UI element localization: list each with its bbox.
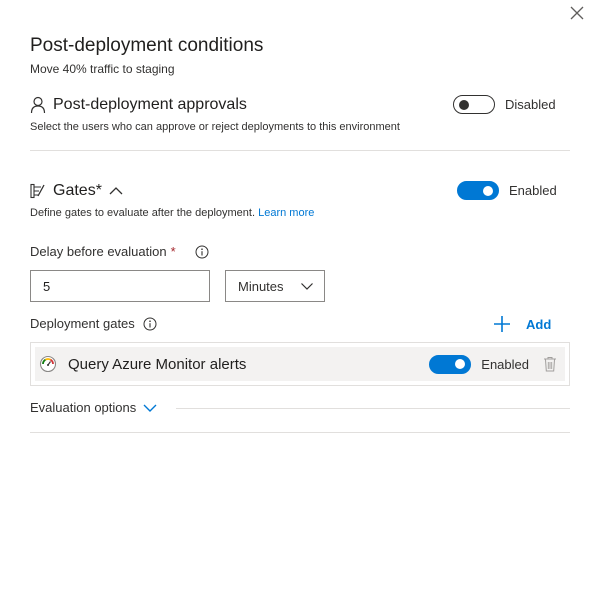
approvals-description: Select the users who can approve or reje…: [30, 121, 400, 133]
chevron-up-icon[interactable]: [108, 185, 124, 197]
delay-unit-value: Minutes: [238, 278, 284, 294]
approvals-title: Post-deployment approvals: [53, 96, 247, 113]
gates-description-text: Define gates to evaluate after the deplo…: [30, 207, 256, 219]
gates-toggle-track[interactable]: [457, 181, 499, 200]
chevron-down-icon: [143, 404, 157, 412]
info-icon[interactable]: [195, 245, 209, 259]
deployment-gates-label-text: Deployment gates: [30, 316, 135, 331]
approvals-toggle[interactable]: Disabled: [453, 95, 556, 114]
add-gate-button[interactable]: Add: [492, 314, 551, 334]
delay-label-text: Delay before evaluation: [30, 244, 167, 259]
evaluation-options-toggle[interactable]: Evaluation options: [30, 400, 158, 415]
delay-input[interactable]: [30, 270, 210, 302]
close-icon: [570, 6, 584, 20]
add-gate-label: Add: [526, 316, 552, 332]
gates-title: Gates*: [53, 182, 102, 199]
gauge-icon: [39, 355, 57, 373]
panel-subtitle: Move 40% traffic to staging: [30, 62, 175, 76]
gate-item[interactable]: Query Azure Monitor alerts Enabled: [35, 347, 565, 381]
gate-toggle-label: Enabled: [481, 356, 529, 372]
divider: [30, 432, 570, 433]
trash-icon[interactable]: [543, 356, 557, 372]
plus-icon: [494, 316, 510, 332]
gates-toggle-label: Enabled: [509, 183, 557, 198]
evaluation-divider: [176, 408, 570, 409]
gates-header[interactable]: Gates*: [30, 182, 124, 200]
gates-icon: [30, 183, 45, 199]
evaluation-options-label: Evaluation options: [30, 400, 137, 415]
info-icon[interactable]: [143, 317, 157, 331]
gate-name: Query Azure Monitor alerts: [68, 355, 247, 373]
deployment-gates-label: Deployment gates: [30, 316, 157, 331]
required-marker: *: [170, 244, 176, 259]
gates-toggle[interactable]: Enabled: [457, 181, 557, 200]
gates-description: Define gates to evaluate after the deplo…: [30, 207, 314, 219]
learn-more-link[interactable]: Learn more: [258, 207, 314, 219]
divider: [30, 150, 570, 151]
chevron-down-icon: [301, 283, 313, 290]
delay-unit-select[interactable]: Minutes: [225, 270, 325, 302]
person-icon: [30, 96, 46, 114]
panel-title: Post-deployment conditions: [30, 35, 264, 56]
close-button[interactable]: [568, 4, 586, 22]
gate-toggle[interactable]: Enabled: [429, 354, 529, 374]
delay-label: Delay before evaluation *: [30, 244, 209, 259]
approvals-toggle-track[interactable]: [453, 95, 495, 114]
gate-toggle-track[interactable]: [429, 354, 472, 374]
approvals-header: Post-deployment approvals: [30, 96, 247, 114]
approvals-toggle-label: Disabled: [505, 97, 556, 112]
